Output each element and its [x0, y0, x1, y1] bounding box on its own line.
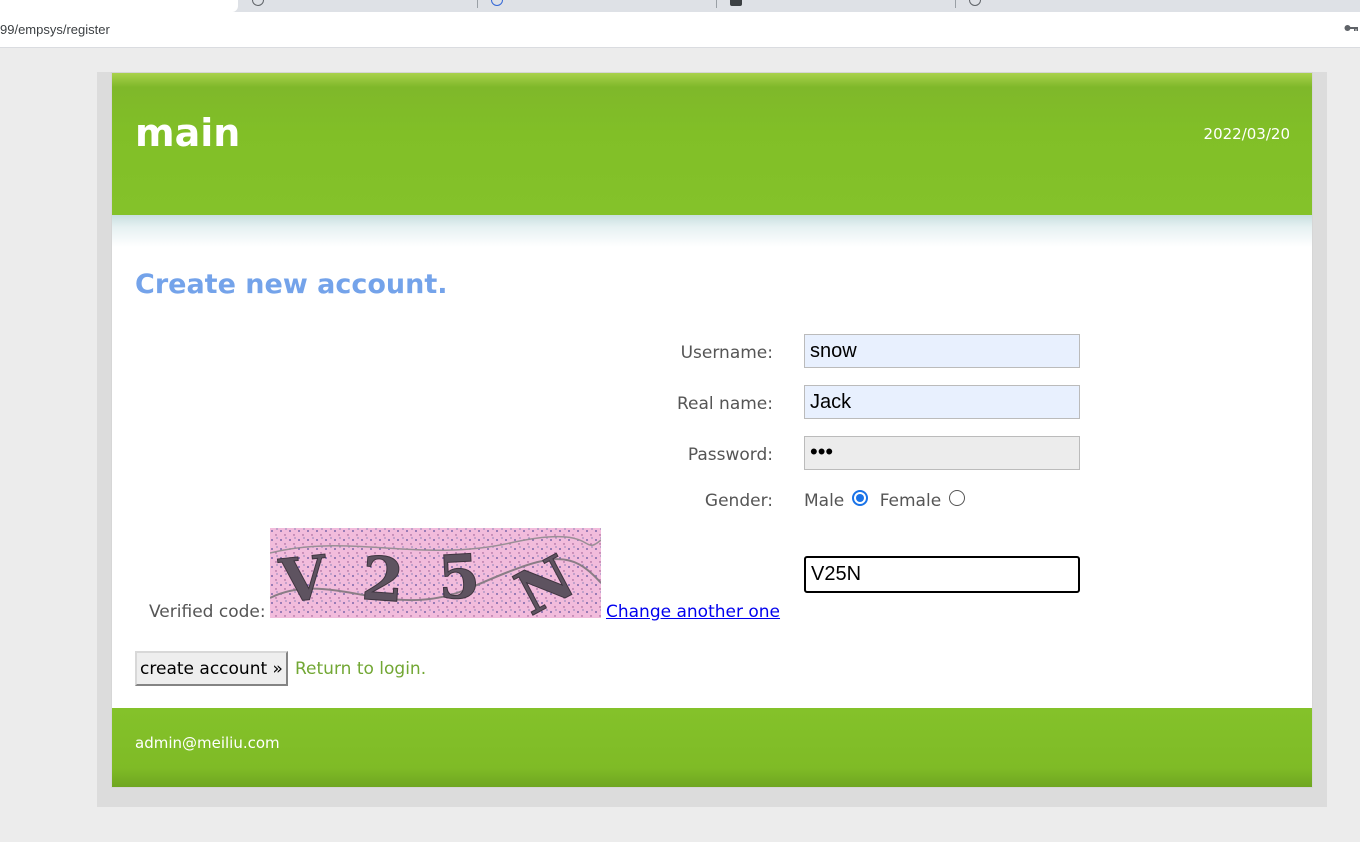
header-date: 2022/03/20 — [1203, 125, 1290, 143]
globe-icon — [252, 0, 264, 6]
realname-input[interactable] — [804, 385, 1080, 419]
username-label: Username: — [680, 343, 773, 363]
captcha-char: V — [276, 543, 332, 618]
site-title: main — [135, 111, 241, 155]
captcha-image: V 2 5 N — [270, 528, 601, 618]
bookmark-icon — [730, 0, 742, 6]
tab-separator — [955, 0, 956, 8]
browser-tab[interactable] — [479, 0, 717, 12]
active-tab[interactable] — [0, 0, 238, 12]
gender-female-label: Female — [879, 491, 942, 511]
password-label: Password: — [687, 445, 773, 465]
password-input[interactable]: ••• — [804, 436, 1080, 470]
return-to-login-link[interactable]: Return to login. — [295, 659, 426, 679]
key-icon[interactable] — [1344, 22, 1358, 37]
captcha-char: 5 — [436, 542, 481, 614]
browser-tabstrip — [0, 0, 1360, 12]
site-header: main 2022/03/20 — [112, 73, 1312, 215]
verified-code-label: Verified code: — [149, 602, 266, 622]
captcha-char: 2 — [359, 544, 406, 617]
browser-tab[interactable] — [718, 0, 956, 12]
gender-male-radio[interactable] — [852, 490, 869, 506]
gender-female-radio[interactable] — [949, 490, 966, 506]
gender-male-label: Male — [804, 491, 845, 511]
verification-code-input[interactable] — [804, 556, 1080, 593]
tab-separator — [477, 0, 478, 8]
username-input[interactable] — [804, 334, 1080, 368]
address-bar[interactable]: 99/empsys/register — [0, 12, 1360, 48]
gender-label: Gender: — [704, 491, 773, 511]
change-captcha-link[interactable]: Change another one — [606, 602, 780, 622]
chrome-divider — [0, 47, 1360, 48]
favicon-icon — [491, 0, 503, 6]
browser-tab[interactable] — [240, 0, 478, 12]
tab-separator — [716, 0, 717, 8]
header-subbar — [112, 215, 1312, 247]
gender-options: Male Female — [804, 490, 971, 511]
realname-label: Real name: — [677, 394, 773, 414]
page-title: Create new account. — [135, 269, 448, 300]
url-text[interactable]: 99/empsys/register — [0, 22, 110, 37]
search-icon — [969, 0, 981, 6]
footer-email: admin@meiliu.com — [135, 734, 280, 752]
page-container: main 2022/03/20 Create new account. User… — [111, 72, 1313, 788]
site-footer: admin@meiliu.com — [112, 708, 1312, 787]
create-account-button[interactable]: create account » — [135, 651, 288, 686]
browser-tab[interactable] — [957, 0, 1195, 12]
